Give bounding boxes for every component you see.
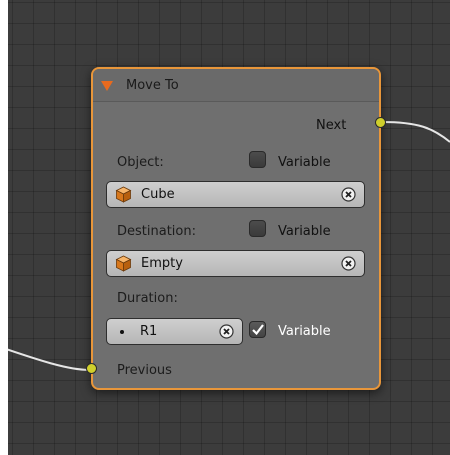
node-header[interactable]: Move To	[93, 69, 379, 102]
x-circle-icon[interactable]	[219, 324, 234, 339]
destination-variable-checkbox[interactable]	[249, 220, 266, 237]
object-field[interactable]: Cube	[106, 181, 365, 208]
destination-variable-label: Variable	[278, 224, 331, 239]
previous-input-socket[interactable]	[86, 363, 97, 374]
cube-icon	[115, 255, 132, 272]
next-output-label: Next	[316, 118, 347, 133]
duration-label: Duration:	[117, 291, 178, 306]
duration-variable-label: Variable	[278, 324, 331, 339]
duration-variable-checkbox[interactable]	[249, 321, 266, 338]
cube-icon	[115, 186, 132, 203]
duration-field[interactable]: R1	[106, 318, 243, 345]
object-variable-checkbox[interactable]	[249, 151, 266, 168]
x-circle-icon[interactable]	[341, 187, 356, 202]
node-editor-canvas[interactable]: Move To Next Object: Variable Cube Desti…	[8, 0, 450, 455]
object-value: Cube	[141, 187, 175, 202]
triangle-down-icon[interactable]	[101, 81, 113, 91]
destination-label: Destination:	[117, 224, 196, 239]
move-to-node[interactable]: Move To Next Object: Variable Cube Desti…	[86, 67, 386, 390]
next-output-socket[interactable]	[375, 117, 386, 128]
checkmark-icon	[252, 324, 264, 336]
node-title: Move To	[126, 78, 179, 93]
bullet-icon	[120, 330, 124, 334]
object-variable-label: Variable	[278, 155, 331, 170]
previous-input-label: Previous	[117, 363, 172, 378]
link-next	[381, 121, 450, 143]
x-circle-icon[interactable]	[341, 256, 356, 271]
duration-value: R1	[140, 324, 158, 339]
link-previous	[8, 348, 91, 371]
object-label: Object:	[117, 155, 164, 170]
destination-field[interactable]: Empty	[106, 250, 365, 277]
destination-value: Empty	[141, 256, 183, 271]
